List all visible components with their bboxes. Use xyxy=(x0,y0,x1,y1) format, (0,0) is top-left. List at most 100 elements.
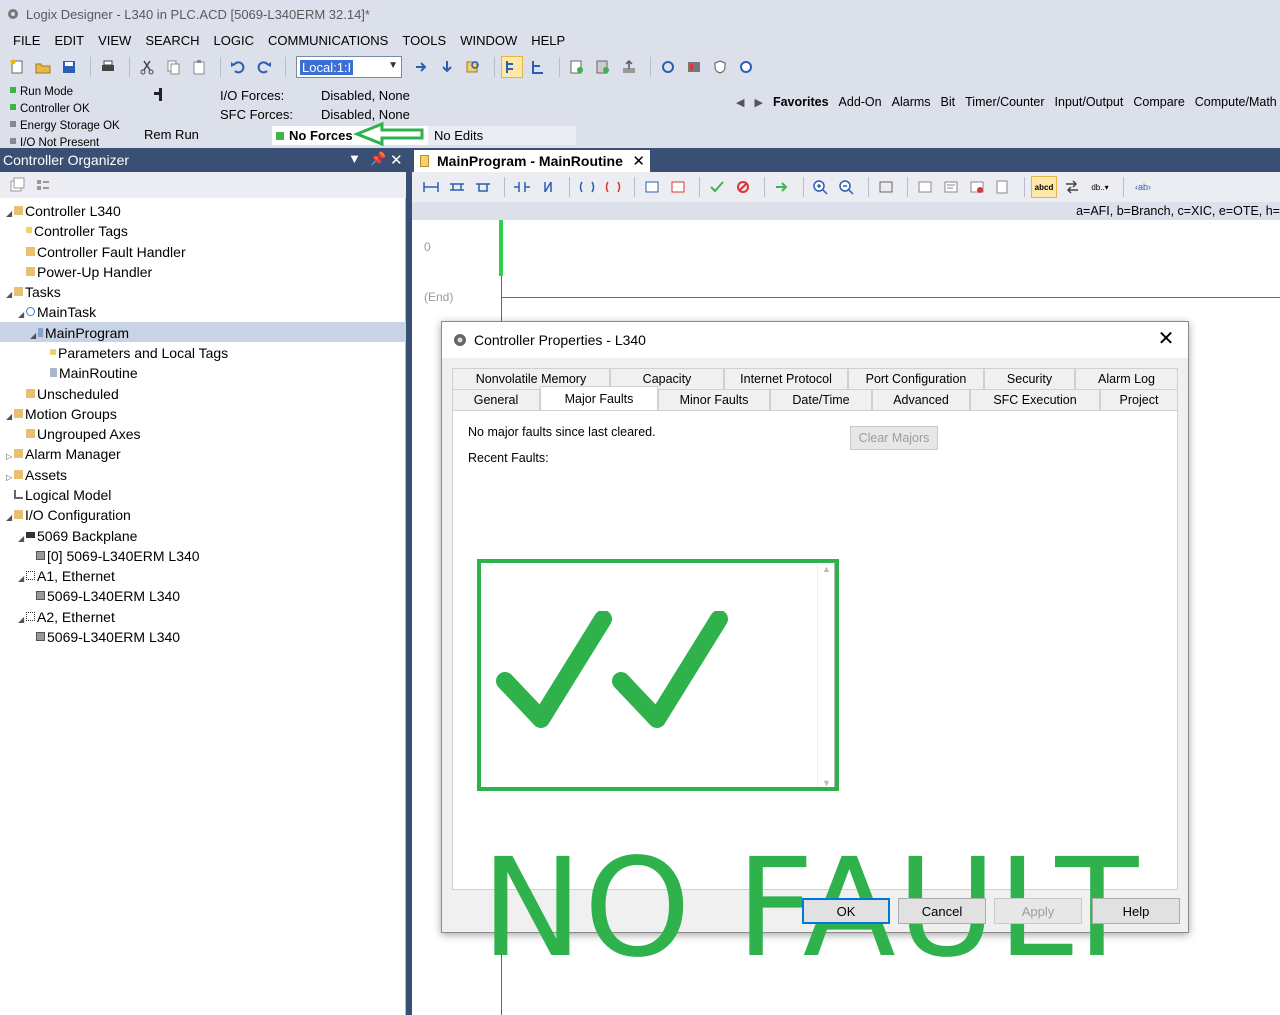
tab-major-faults[interactable]: Major Faults xyxy=(540,386,658,410)
menu-search[interactable]: SEARCH xyxy=(138,33,206,48)
clear-majors-button[interactable]: Clear Majors xyxy=(850,426,938,450)
tab-add-on[interactable]: Add-On xyxy=(839,95,882,109)
cut-icon[interactable] xyxy=(136,56,158,78)
collapse-all-icon[interactable] xyxy=(6,174,28,196)
chevron-down-icon[interactable]: ▼ xyxy=(388,60,398,71)
tree-item-alarm-manager[interactable]: ▷ Alarm Manager xyxy=(6,444,121,464)
go-online-icon[interactable] xyxy=(410,56,432,78)
menu-tools[interactable]: TOOLS xyxy=(395,33,453,48)
undo-icon[interactable] xyxy=(227,56,249,78)
tree-item-tasks[interactable]: ◢ Tasks xyxy=(6,282,61,302)
menu-logic[interactable]: LOGIC xyxy=(207,33,261,48)
cancel-button[interactable]: Cancel xyxy=(898,898,986,924)
open-folder-icon[interactable] xyxy=(32,56,54,78)
tree-item-controller-tags[interactable]: Controller Tags xyxy=(26,221,128,241)
hierarchy-icon[interactable] xyxy=(527,56,549,78)
help-button[interactable]: Help xyxy=(1092,898,1180,924)
tree-item-mainprogram[interactable]: ◢ MainProgram xyxy=(30,323,129,343)
comment-icon[interactable] xyxy=(940,176,962,198)
menu-view[interactable]: VIEW xyxy=(91,33,138,48)
close-icon[interactable]: ✕ xyxy=(390,151,403,169)
menu-edit[interactable]: EDIT xyxy=(47,33,91,48)
ctu-icon[interactable] xyxy=(667,176,689,198)
tab-advanced[interactable]: Advanced xyxy=(872,389,970,410)
verify-icon[interactable] xyxy=(706,176,728,198)
add-branch-icon[interactable] xyxy=(446,176,468,198)
close-icon[interactable]: ✕ xyxy=(1154,328,1178,352)
tab-compare[interactable]: Compare xyxy=(1133,95,1184,109)
verify-routine-icon[interactable] xyxy=(566,56,588,78)
tab-internet-protocol[interactable]: Internet Protocol xyxy=(724,368,848,389)
tree-item-parameters-local-tags[interactable]: Parameters and Local Tags xyxy=(50,343,228,363)
tab-mainroutine[interactable]: MainProgram - MainRoutine ✕ xyxy=(414,150,650,172)
ab-tag-icon[interactable]: ‹ab› xyxy=(1130,176,1156,198)
cancel-edit-icon[interactable] xyxy=(732,176,754,198)
swap-tag-icon[interactable] xyxy=(1061,176,1083,198)
tree-item-logical-model[interactable]: Logical Model xyxy=(14,485,111,505)
tag-description-icon[interactable]: db..▾ xyxy=(1087,176,1113,198)
tab-sfc-execution[interactable]: SFC Execution xyxy=(970,389,1100,410)
tree-item-maintask[interactable]: ◢ MainTask xyxy=(18,302,96,322)
accept-edits-icon[interactable] xyxy=(771,176,793,198)
tree-item-controller[interactable]: ◢ Controller L340 xyxy=(6,201,121,221)
text-abcd-icon[interactable]: abcd xyxy=(1031,176,1057,198)
forces-status[interactable]: No Forces xyxy=(272,126,428,145)
verify-controller-icon[interactable] xyxy=(592,56,614,78)
zoom-in-icon[interactable] xyxy=(810,176,832,198)
tab-bit[interactable]: Bit xyxy=(941,95,956,109)
apply-button[interactable]: Apply xyxy=(994,898,1082,924)
properties-icon[interactable] xyxy=(914,176,936,198)
new-file-icon[interactable] xyxy=(6,56,28,78)
xio-icon[interactable] xyxy=(537,176,559,198)
cross-reference-icon[interactable] xyxy=(966,176,988,198)
ton-icon[interactable] xyxy=(641,176,663,198)
tree-item-power-up-handler[interactable]: Power-Up Handler xyxy=(26,262,152,282)
tab-input-output[interactable]: Input/Output xyxy=(1055,95,1124,109)
redo-icon[interactable] xyxy=(253,56,275,78)
otl-icon[interactable] xyxy=(602,176,624,198)
scroll-left-icon[interactable]: ◀ xyxy=(736,96,744,109)
tree-item-a2-controller[interactable]: 5069-L340ERM L340 xyxy=(36,627,180,647)
ok-button[interactable]: OK xyxy=(802,898,890,924)
tree-item-a2-ethernet[interactable]: ◢ A2, Ethernet xyxy=(18,607,115,627)
copy-icon[interactable] xyxy=(162,56,184,78)
tree-item-assets[interactable]: ▷ Assets xyxy=(6,465,67,485)
add-branch-level-icon[interactable] xyxy=(472,176,494,198)
menu-help[interactable]: HELP xyxy=(524,33,572,48)
network-icon[interactable] xyxy=(735,56,757,78)
sync-icon[interactable] xyxy=(657,56,679,78)
fit-icon[interactable] xyxy=(875,176,897,198)
browse-logic-icon[interactable] xyxy=(992,176,1014,198)
menu-communications[interactable]: COMMUNICATIONS xyxy=(261,33,395,48)
xic-icon[interactable] xyxy=(511,176,533,198)
download-icon[interactable] xyxy=(436,56,458,78)
add-rung-icon[interactable] xyxy=(420,176,442,198)
organizer-menu-icon[interactable]: ▼ xyxy=(348,151,361,166)
tree-item-slot0-controller[interactable]: [0] 5069-L340ERM L340 xyxy=(36,546,200,566)
tree-item-io-configuration[interactable]: ◢ I/O Configuration xyxy=(6,505,131,525)
pin-icon[interactable]: 📌 xyxy=(370,151,386,167)
tab-project[interactable]: Project xyxy=(1100,389,1178,410)
tab-general[interactable]: General xyxy=(452,389,540,410)
tab-date-time[interactable]: Date/Time xyxy=(770,389,872,410)
tree-item-motion-groups[interactable]: ◢ Motion Groups xyxy=(6,404,117,424)
find-icon[interactable] xyxy=(462,56,484,78)
tab-minor-faults[interactable]: Minor Faults xyxy=(658,389,770,410)
tab-alarm-log[interactable]: Alarm Log xyxy=(1075,368,1178,389)
tree-item-fault-handler[interactable]: Controller Fault Handler xyxy=(26,242,186,262)
tab-favorites[interactable]: Favorites xyxy=(773,95,829,109)
upload-icon[interactable] xyxy=(618,56,640,78)
scroll-right-icon[interactable]: ▶ xyxy=(754,96,762,109)
tab-timer-counter[interactable]: Timer/Counter xyxy=(965,95,1044,109)
view-options-icon[interactable] xyxy=(32,174,54,196)
tab-security[interactable]: Security xyxy=(984,368,1075,389)
tree-item-backplane[interactable]: ◢ 5069 Backplane xyxy=(18,526,137,546)
path-combobox[interactable]: Local:1:I ▼ xyxy=(296,56,402,78)
tree-item-mainroutine[interactable]: MainRoutine xyxy=(50,363,138,383)
close-icon[interactable]: ✕ xyxy=(632,152,645,170)
save-icon[interactable] xyxy=(58,56,80,78)
tab-port-configuration[interactable]: Port Configuration xyxy=(848,368,984,389)
module-icon[interactable] xyxy=(683,56,705,78)
print-icon[interactable] xyxy=(97,56,119,78)
tree-item-ungrouped-axes[interactable]: Ungrouped Axes xyxy=(26,424,141,444)
